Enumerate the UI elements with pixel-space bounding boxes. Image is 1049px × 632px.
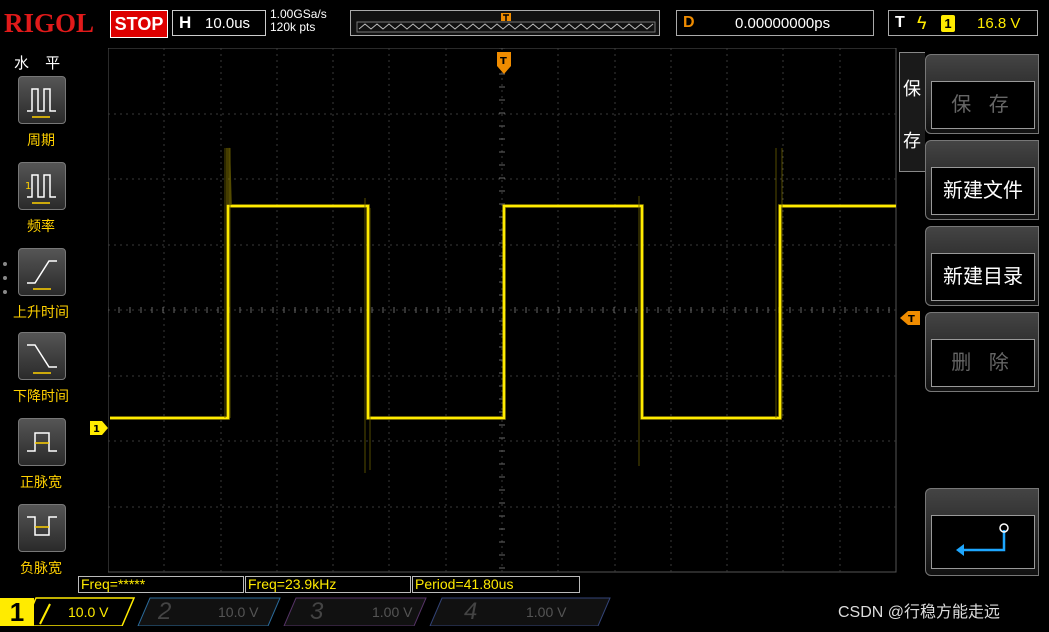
save-button[interactable]: 保 存	[925, 54, 1039, 134]
save-button-label: 保 存	[931, 81, 1035, 129]
channel-1-badge[interactable]: 1	[0, 598, 34, 626]
overview-waveform	[356, 13, 656, 33]
delay-label: D	[683, 14, 695, 31]
run-state-badge[interactable]: STOP	[110, 10, 168, 38]
period-icon	[27, 88, 56, 118]
new-file-button[interactable]: 新建文件	[925, 140, 1039, 220]
rise-time-label: 上升时间	[13, 304, 69, 320]
frequency-icon: 1	[25, 174, 56, 204]
channel-1-scale[interactable]: 10.0 V	[68, 604, 108, 632]
positive-width-icon	[27, 432, 57, 452]
measurement-period[interactable]: Period=41.80us	[412, 576, 580, 593]
enter-icon	[956, 523, 1009, 556]
right-menu-tab[interactable]: 保 存	[899, 52, 925, 172]
fall-time-icon	[27, 344, 57, 374]
timebase-value: 10.0us	[205, 15, 251, 32]
memory-depth: 120k pts	[270, 20, 316, 34]
measurement-frequency[interactable]: Freq=23.9kHz	[245, 576, 411, 593]
right-menu-title-1: 保	[903, 79, 921, 99]
negative-width-icon	[27, 516, 57, 536]
delay-setting[interactable]: D 0.00000000ps	[676, 10, 874, 36]
new-folder-button[interactable]: 新建目录	[925, 226, 1039, 306]
page-dot	[3, 262, 7, 266]
trigger-setting[interactable]: T ϟ 1 16.8 V	[888, 10, 1038, 36]
period-button[interactable]	[18, 76, 66, 124]
positive-width-button[interactable]	[18, 418, 66, 466]
overview-trigger-icon	[501, 13, 511, 21]
enter-button[interactable]	[925, 488, 1039, 576]
channel-2-scale[interactable]: 10.0 V	[218, 604, 258, 632]
fall-time-label: 下降时间	[13, 388, 69, 404]
horizontal-label: H	[179, 13, 192, 32]
rise-time-button[interactable]	[18, 248, 66, 296]
rising-edge-icon: ϟ	[917, 13, 927, 33]
left-menu-title: 水 平	[14, 55, 67, 72]
trigger-position-marker[interactable]: T	[497, 52, 511, 74]
brand-logo: RIGOL	[4, 8, 95, 38]
horizontal-timebase[interactable]: H 10.0us	[172, 10, 266, 36]
channel-3-scale[interactable]: 1.00 V	[372, 604, 412, 632]
acquisition-info: 1.00GSa/s 120k pts	[270, 8, 327, 34]
channel-4-badge[interactable]: 4	[464, 598, 477, 626]
trigger-source-badge: 1	[941, 15, 955, 32]
waveform-display[interactable]	[108, 48, 898, 574]
svg-text:1: 1	[25, 181, 31, 192]
new-file-button-label: 新建文件	[931, 167, 1035, 215]
delay-value: 0.00000000ps	[735, 15, 831, 32]
channel-4-scale[interactable]: 1.00 V	[526, 604, 566, 632]
svg-text:T: T	[500, 56, 507, 67]
channel-2-badge[interactable]: 2	[158, 598, 171, 626]
waveform-overview-strip[interactable]	[350, 10, 660, 36]
frequency-button[interactable]: 1	[18, 162, 66, 210]
delete-button-label: 删 除	[931, 339, 1035, 387]
negative-width-label: 负脉宽	[20, 560, 62, 576]
svg-text:T: T	[908, 314, 915, 325]
page-dot	[3, 290, 7, 294]
right-menu-title-2: 存	[903, 131, 921, 151]
period-label: 周期	[27, 132, 55, 148]
trigger-label: T	[895, 14, 905, 31]
delete-button[interactable]: 删 除	[925, 312, 1039, 392]
negative-width-button[interactable]	[18, 504, 66, 552]
ch1-offset-marker[interactable]: 1	[90, 421, 108, 435]
measurement-freq-invalid[interactable]: Freq=*****	[78, 576, 244, 593]
trigger-level: 16.8 V	[977, 15, 1021, 32]
new-folder-button-label: 新建目录	[931, 253, 1035, 301]
fall-time-button[interactable]	[18, 332, 66, 380]
positive-width-label: 正脉宽	[20, 474, 62, 490]
frequency-label: 频率	[27, 218, 55, 234]
channel-3-badge[interactable]: 3	[310, 598, 323, 626]
page-dot	[3, 276, 7, 280]
trigger-level-marker[interactable]: T	[900, 311, 920, 325]
svg-text:1: 1	[93, 424, 100, 435]
watermark: CSDN @行稳方能走远	[838, 604, 1001, 621]
rise-time-icon	[27, 260, 57, 290]
